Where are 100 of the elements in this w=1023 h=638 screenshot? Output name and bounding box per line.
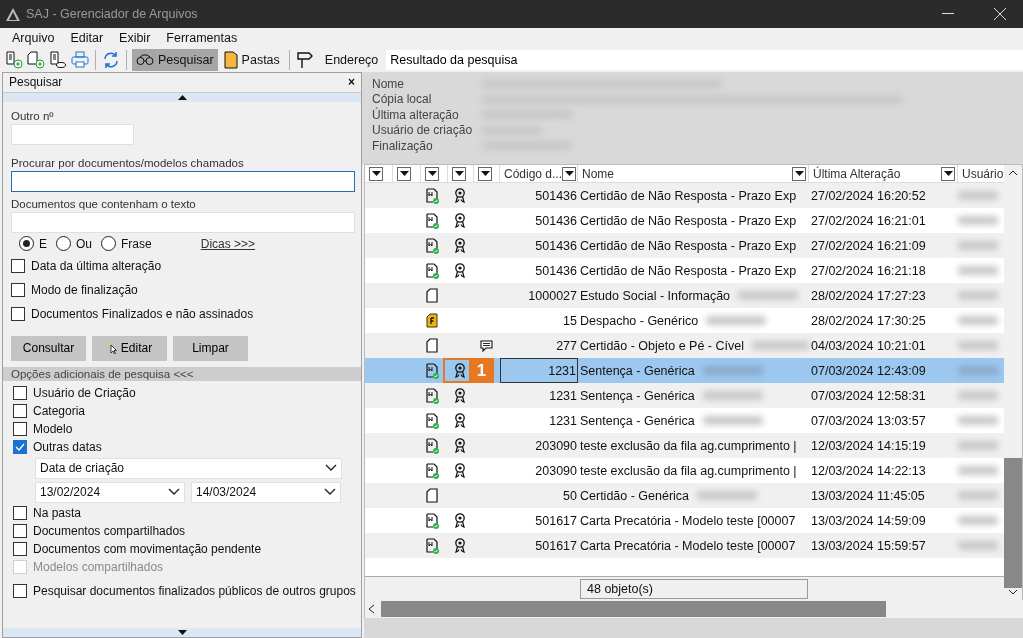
- action-button[interactable]: Editar: [92, 335, 167, 361]
- checkbox[interactable]: [13, 541, 27, 556]
- seal-icon: [453, 363, 466, 378]
- triangle-up-icon[interactable]: [177, 94, 187, 100]
- object-count: 48 objeto(s): [580, 578, 808, 599]
- checkbox[interactable]: [13, 505, 27, 520]
- checkbox[interactable]: [13, 583, 27, 598]
- checkbox[interactable]: [13, 523, 27, 538]
- vertical-scrollbar[interactable]: [1004, 165, 1022, 600]
- detail-label: Usuário de criação: [372, 123, 474, 138]
- document-disk-icon[interactable]: [49, 51, 67, 69]
- triangle-down-icon[interactable]: [371, 171, 381, 176]
- scroll-up-icon[interactable]: [1008, 169, 1018, 177]
- redacted-text: [958, 366, 998, 375]
- code-cell-text: 15: [562, 312, 578, 330]
- table-row[interactable]: 1231 Sentença - Genérica 07/03/2024 12:58:31: [365, 383, 1004, 408]
- signpost-icon[interactable]: [296, 51, 313, 69]
- signed-document-icon: [425, 512, 439, 529]
- column-header[interactable]: Última Alteração: [813, 166, 901, 181]
- table-row[interactable]: 501436 Certidão de Não Resposta - Prazo Exp 27/02/2024 16:21:09: [365, 233, 1004, 258]
- close-button[interactable]: ×: [348, 75, 355, 90]
- scroll-down-icon[interactable]: [1008, 588, 1018, 596]
- name-cell: Sentença - Genérica: [580, 413, 695, 428]
- filter-dropdown[interactable]: [478, 166, 492, 181]
- minimize-icon[interactable]: [942, 13, 954, 15]
- date-cell: 27/02/2024 16:20:52: [811, 188, 926, 203]
- seal-icon: [453, 188, 466, 203]
- filter-dropdown[interactable]: [425, 166, 439, 181]
- triangle-down-icon[interactable]: [943, 171, 953, 176]
- menu-item[interactable]: Ferramentas: [158, 31, 246, 45]
- detail-label: Nome: [372, 76, 405, 91]
- action-button[interactable]: Limpar: [173, 335, 248, 361]
- table-row[interactable]: 1 1231 Sentença - Genérica 07/03/2024 12:43:09: [365, 358, 1004, 383]
- triangle-down-icon[interactable]: [480, 171, 490, 176]
- checkbox[interactable]: [11, 258, 25, 273]
- refresh-icon[interactable]: [102, 51, 120, 69]
- name-cell: Sentença - Genérica: [580, 363, 695, 378]
- toolbar-button[interactable]: Pesquisar: [132, 49, 218, 71]
- new-blank-document-icon[interactable]: [27, 51, 45, 69]
- triangle-down-icon[interactable]: [399, 171, 409, 176]
- checkbox[interactable]: [13, 385, 27, 400]
- triangle-down-icon[interactable]: [454, 171, 464, 176]
- checkbox[interactable]: [11, 282, 25, 297]
- table-row[interactable]: 203090 teste exclusão da fila ag.cumprimento | 12/03/2024 14:15:19: [365, 433, 1004, 458]
- column-header[interactable]: Nome: [582, 166, 614, 181]
- triangle-down-icon[interactable]: [564, 171, 574, 176]
- checkbox[interactable]: [13, 439, 27, 454]
- code-cell-text: 203090: [534, 462, 578, 480]
- date-cell: 27/02/2024 16:21:09: [811, 238, 926, 253]
- filter-dropdown[interactable]: [562, 166, 577, 181]
- new-document-icon[interactable]: [5, 51, 23, 69]
- redacted-text: [958, 391, 998, 400]
- signed-document-icon: [425, 387, 439, 404]
- checkbox[interactable]: [11, 306, 25, 321]
- input-field[interactable]: [11, 170, 355, 192]
- table-row[interactable]: 277 Certidão - Objeto e Pé - Cível 04/03/2024 10:21:01: [365, 333, 1004, 358]
- triangle-down-icon[interactable]: [427, 171, 437, 176]
- name-cell: Certidão de Não Resposta - Prazo Exp: [580, 213, 797, 228]
- code-cell-text: 501617: [534, 512, 578, 530]
- triangle-down-icon[interactable]: [177, 630, 187, 636]
- filter-dropdown[interactable]: [941, 166, 955, 181]
- checkbox-label: Usuário de Criação: [33, 385, 136, 400]
- menu-item[interactable]: Editar: [62, 31, 112, 45]
- table-row[interactable]: 501617 Carta Precatória - Modelo teste [00007 13/03/2024 15:59:57: [365, 533, 1004, 558]
- checkbox-label: Na pasta: [33, 505, 82, 520]
- close-icon[interactable]: [994, 8, 1006, 20]
- date-field[interactable]: 14/03/2024: [191, 481, 341, 503]
- name-cell: Certidão - Genérica: [580, 488, 690, 503]
- callout-badge: 1: [469, 358, 494, 383]
- code-cell-text: 501436: [534, 212, 578, 230]
- table-row[interactable]: 501436 Certidão de Não Resposta - Prazo Exp 27/02/2024 16:20:52: [365, 183, 1004, 208]
- address-field[interactable]: Resultado da pesquisa: [386, 50, 1023, 70]
- menu-item[interactable]: Arquivo: [4, 31, 63, 45]
- checkbox[interactable]: [13, 421, 27, 436]
- column-header[interactable]: Usuário: [962, 166, 1004, 181]
- toolbar-button[interactable]: Pastas: [219, 49, 284, 71]
- checkbox[interactable]: [13, 403, 27, 418]
- name-cell: Estudo Social - Informação: [580, 288, 731, 303]
- code-cell-text: 501617: [534, 537, 578, 555]
- name-cell: Carta Precatória - Modelo teste [00007: [580, 538, 796, 553]
- date-cell: 12/03/2024 14:15:19: [811, 438, 926, 453]
- action-button[interactable]: Consultar: [11, 335, 86, 361]
- menu-item[interactable]: Exibir: [111, 31, 159, 45]
- column-header[interactable]: Código d...: [504, 166, 563, 181]
- filter-dropdown[interactable]: [792, 166, 806, 181]
- filter-dropdown[interactable]: [452, 166, 466, 181]
- table-row[interactable]: 50 Certidão - Genérica 13/03/2024 11:45:05: [365, 483, 1004, 508]
- triangle-down-icon[interactable]: [794, 171, 804, 176]
- window-title: SAJ - Gerenciador de Arquivos: [26, 7, 199, 21]
- filter-dropdown[interactable]: [369, 166, 383, 181]
- radio-button[interactable]: [56, 236, 71, 252]
- radio-button[interactable]: [101, 236, 117, 252]
- chevron-down-icon: [325, 464, 337, 473]
- table-row[interactable]: 1000027 Estudo Social - Informação 28/02/2024 17:27:23: [365, 283, 1004, 308]
- select-field[interactable]: Data de criação: [35, 457, 342, 479]
- filter-dropdown[interactable]: [397, 166, 411, 181]
- section-header[interactable]: Opções adicionais de pesquisa <<<: [3, 366, 361, 381]
- tips-link[interactable]: Dicas >>>: [200, 236, 256, 251]
- radio-button[interactable]: [19, 236, 34, 252]
- date-field[interactable]: 13/02/2024: [35, 481, 185, 503]
